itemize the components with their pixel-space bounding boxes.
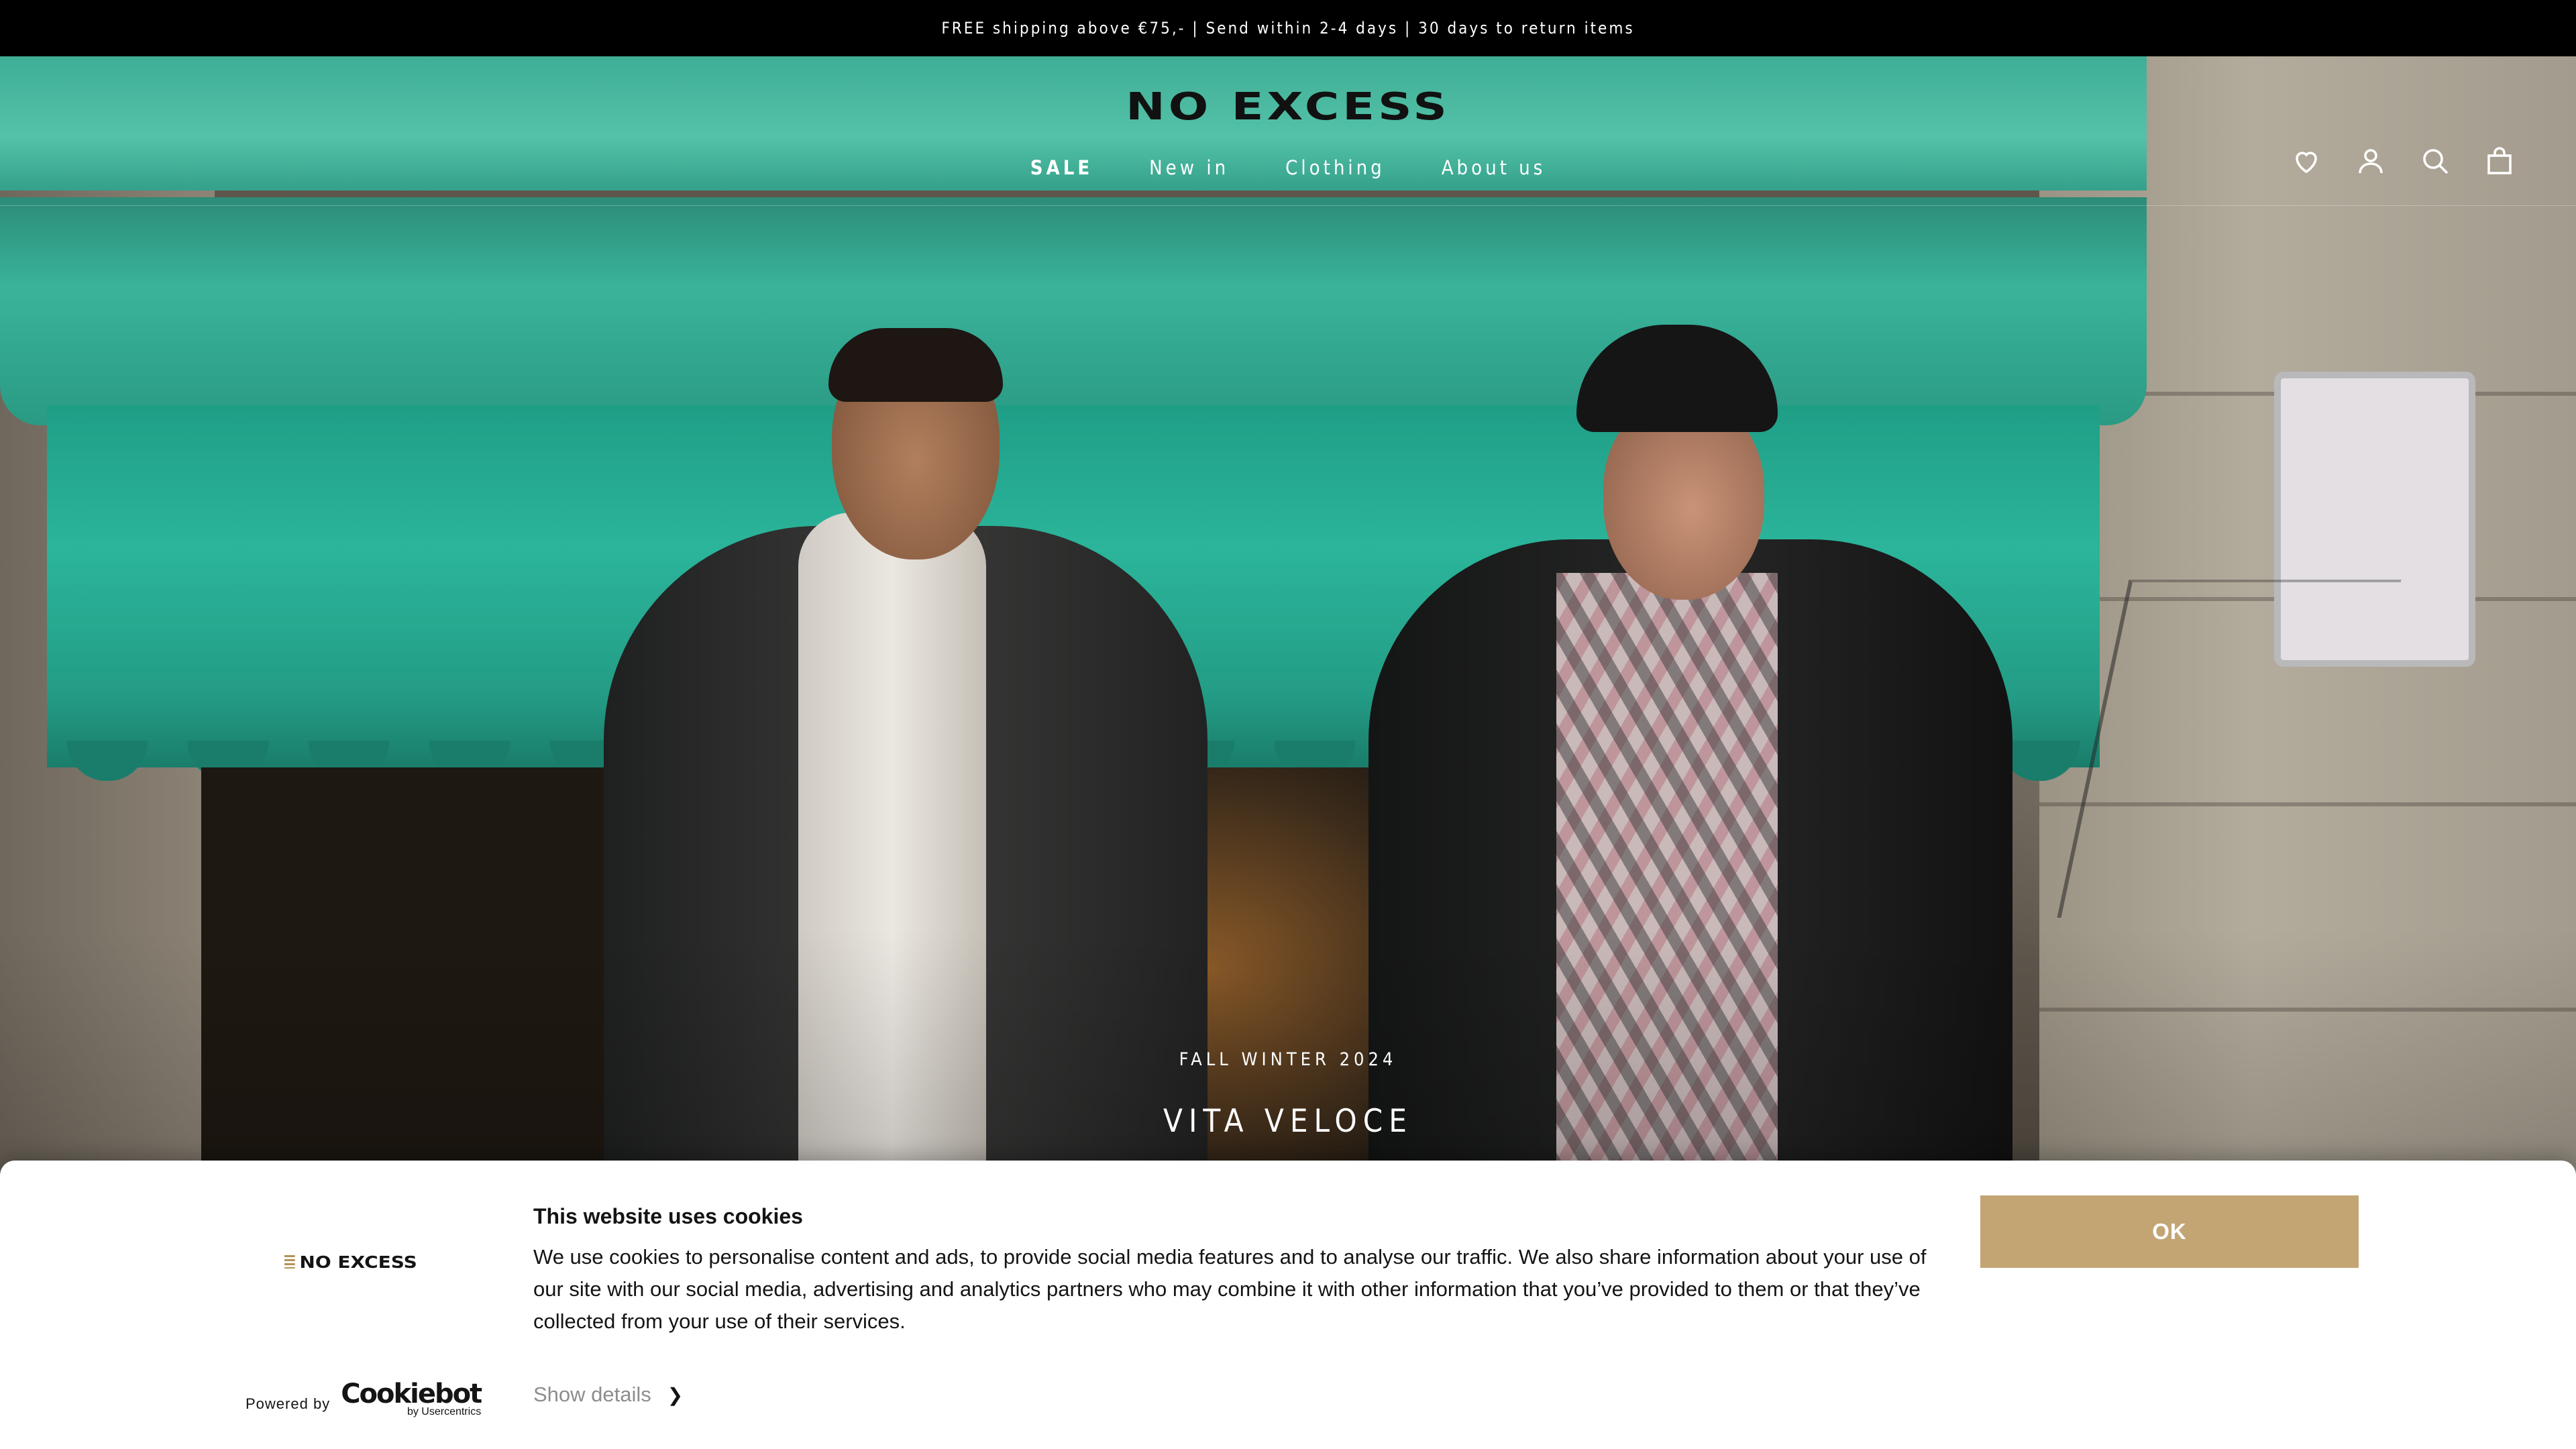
- cart-bag-icon[interactable]: [2481, 142, 2518, 180]
- chevron-right-icon: ❯: [667, 1384, 684, 1405]
- cookie-banner-logo: NO EXCESS: [284, 1250, 449, 1274]
- powered-by-cookiebot[interactable]: Powered by Cookiebot by Usercentrics: [246, 1379, 482, 1418]
- main-nav: SALE New in Clothing About us: [0, 148, 2576, 188]
- cookie-ok-button[interactable]: OK: [1980, 1195, 2359, 1268]
- site-logo[interactable]: NO EXCESS: [1104, 83, 1472, 130]
- nav-item-clothing[interactable]: Clothing: [1285, 148, 1385, 188]
- cookie-title: This website uses cookies: [533, 1204, 803, 1228]
- account-icon[interactable]: [2352, 142, 2390, 180]
- logo-mark-icon: [284, 1255, 295, 1269]
- search-icon[interactable]: [2416, 142, 2454, 180]
- announcement-text: FREE shipping above €75,- | Send within …: [941, 19, 1635, 38]
- site-header: NO EXCESS SALE New in Clothing About us: [0, 56, 2576, 206]
- cookie-description: We use cookies to personalise content an…: [533, 1245, 1927, 1333]
- header-icons: [2288, 142, 2518, 180]
- wishlist-heart-icon[interactable]: [2288, 142, 2325, 180]
- cookiebot-logo: Cookiebot by Usercentrics: [341, 1379, 482, 1417]
- nav-item-sale[interactable]: SALE: [1030, 148, 1093, 188]
- hero-title: VITA VELOCE: [1163, 1103, 1413, 1140]
- nav-item-new-in[interactable]: New in: [1149, 148, 1229, 188]
- show-details-label: Show details: [533, 1383, 651, 1406]
- nav-item-about-us[interactable]: About us: [1442, 148, 1546, 188]
- hero-subtitle: FALL WINTER 2024: [1179, 1049, 1397, 1070]
- announcement-bar: FREE shipping above €75,- | Send within …: [0, 0, 2576, 56]
- powered-by-label: Powered by: [246, 1395, 331, 1412]
- show-details-link[interactable]: Show details ❯: [533, 1383, 683, 1407]
